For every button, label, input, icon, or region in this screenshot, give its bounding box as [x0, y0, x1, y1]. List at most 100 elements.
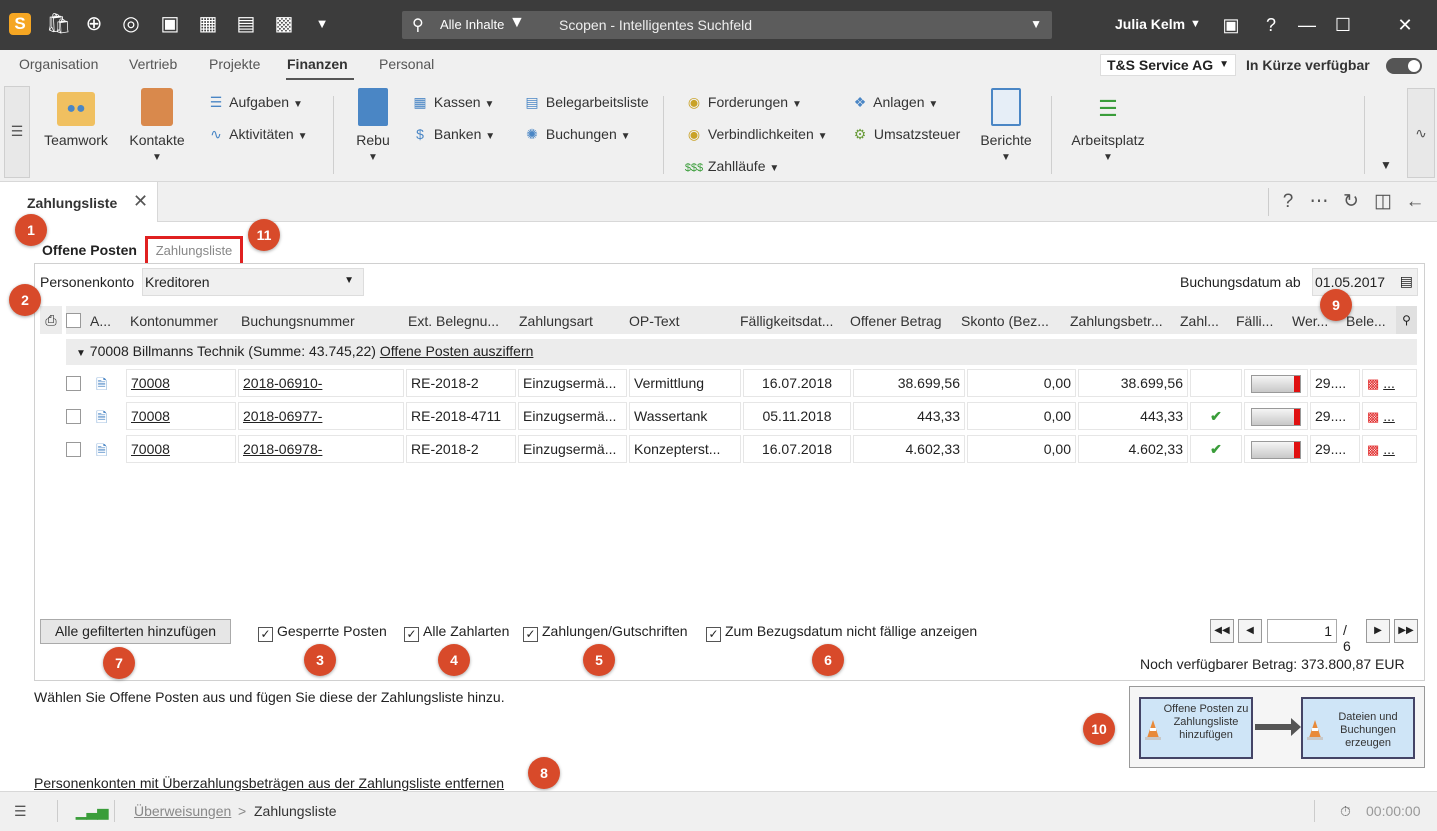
ribbon-expand-icon[interactable]: ▼ — [1380, 158, 1392, 172]
chevron-down-icon[interactable]: ▼ — [1030, 17, 1042, 31]
cell-kontonummer[interactable]: 70008 — [126, 435, 236, 463]
teamwork-button[interactable]: ●● Teamwork — [40, 92, 112, 148]
col-header-zahlungsart[interactable]: Zahlungsart — [519, 313, 624, 329]
stopwatch-icon[interactable]: ⏱ — [1340, 803, 1351, 820]
last-page-icon[interactable]: ▶▶ — [1394, 619, 1418, 643]
bag-icon[interactable]: 🛍 — [46, 12, 71, 36]
gesperrte-posten-checkbox[interactable]: ✓ Gesperrte Posten — [258, 623, 387, 642]
cell-zahlungsbetrag[interactable]: 4.602,33 — [1078, 435, 1188, 463]
plus-circle-icon[interactable]: ⊕ — [82, 12, 106, 36]
document-icon[interactable]: 🗎 — [96, 407, 107, 431]
aufgaben-button[interactable]: ☰ Aufgaben ▼ — [206, 94, 303, 111]
checkbox-checked-icon[interactable]: ✓ — [523, 627, 538, 642]
lifebuoy-icon[interactable]: ◎ — [119, 12, 143, 36]
signal-bars-icon[interactable]: ▁▃▅ — [76, 803, 108, 820]
search-scope[interactable]: Alle Inhalte — [440, 17, 504, 32]
cell-buchungsnummer[interactable]: 2018-06910- — [238, 369, 404, 397]
kontakte-button[interactable]: Kontakte ▼ — [126, 88, 188, 163]
cell-zahlungsbetrag[interactable]: 38.699,56 — [1078, 369, 1188, 397]
select-all-checkbox[interactable] — [66, 313, 81, 328]
app-logo[interactable]: S — [9, 13, 31, 35]
breadcrumb-link[interactable]: Überweisungen — [134, 803, 231, 819]
search-box[interactable]: ⚲ Alle Inhalte ▼ Scopen - Intelligentes … — [402, 11, 1052, 39]
arbeitsplatz-button[interactable]: ☰ Arbeitsplatz ▼ — [1068, 92, 1148, 163]
first-page-icon[interactable]: ◀◀ — [1210, 619, 1234, 643]
checkbox-checked-icon[interactable]: ✓ — [404, 627, 419, 642]
tab-projekte[interactable]: Projekte — [209, 56, 260, 72]
beleg-link[interactable]: ... — [1383, 375, 1395, 391]
close-icon[interactable]: ✕ — [133, 191, 148, 212]
col-header-kontonummer[interactable]: Kontonummer — [130, 313, 235, 329]
document-icon[interactable]: 🗎 — [96, 440, 107, 464]
more-icon[interactable]: ⋯ — [1306, 189, 1332, 215]
beleg-link[interactable]: ... — [1383, 408, 1395, 424]
verbindlichkeiten-button[interactable]: ◉ Verbindlichkeiten ▼ — [684, 126, 828, 143]
checkbox-checked-icon[interactable]: ✓ — [706, 627, 721, 642]
save-icon[interactable]: ◫ — [1370, 189, 1396, 215]
calendar-add-icon[interactable]: ▦ — [196, 12, 220, 36]
close-icon[interactable]: ✕ — [1392, 12, 1418, 38]
subtab-zahlungsliste[interactable]: Zahlungsliste — [145, 236, 243, 266]
pdf-icon[interactable]: ▩ — [1367, 442, 1379, 457]
calendar-icon[interactable]: ▤ — [234, 12, 258, 36]
buchungen-button[interactable]: ✺ Buchungen ▼ — [522, 126, 630, 143]
table-row[interactable]: 🗎 70008 2018-06910- RE-2018-2 Einzugserm… — [66, 368, 1417, 398]
cell-buchungsnummer[interactable]: 2018-06978- — [238, 435, 404, 463]
col-header-zahlungsbetrag[interactable]: Zahlungsbetr... — [1070, 313, 1175, 329]
cell-beleg[interactable]: ▩ ... — [1362, 435, 1417, 463]
col-header-ext-belegnummer[interactable]: Ext. Belegnu... — [408, 313, 513, 329]
col-header-beleg[interactable]: Bele... — [1346, 313, 1394, 329]
cell-skonto[interactable]: 0,00 — [967, 369, 1076, 397]
col-header-skonto[interactable]: Skonto (Bez... — [961, 313, 1066, 329]
tab-organisation[interactable]: Organisation — [19, 56, 98, 72]
print-icon[interactable]: ⎙ — [40, 306, 62, 334]
beleg-link[interactable]: ... — [1383, 441, 1395, 457]
cell-skonto[interactable]: 0,00 — [967, 435, 1076, 463]
group-row[interactable]: ▼ 70008 Billmanns Technik (Summe: 43.745… — [66, 339, 1417, 365]
row-checkbox[interactable] — [66, 376, 81, 391]
back-arrow-icon[interactable]: ← — [1402, 189, 1428, 215]
company-select[interactable]: T&S Service AG ▼ — [1100, 54, 1236, 76]
alle-zahlarten-checkbox[interactable]: ✓ Alle Zahlarten — [404, 623, 509, 642]
tasks-status-icon[interactable]: ☰ — [14, 803, 27, 820]
dropdown-icon[interactable]: ▼ — [310, 12, 334, 36]
help-icon[interactable]: ? — [1258, 12, 1284, 38]
col-header-faelligkeitsdatum[interactable]: Fälligkeitsdat... — [740, 313, 845, 329]
cell-beleg[interactable]: ▩ ... — [1362, 369, 1417, 397]
col-header-a[interactable]: A... — [90, 313, 120, 329]
cell-buchungsnummer[interactable]: 2018-06977- — [238, 402, 404, 430]
pdf-icon[interactable]: ▩ — [1367, 376, 1379, 391]
maximize-icon[interactable]: ☐ — [1330, 12, 1356, 38]
umsatzsteuer-button[interactable]: ⚙ Umsatzsteuer — [850, 126, 961, 143]
calendar-icon[interactable]: ▤ — [1400, 273, 1413, 290]
tab-finanzen[interactable]: Finanzen — [287, 56, 348, 72]
restore-window-icon[interactable]: ▣ — [1218, 12, 1244, 38]
nicht-faellige-checkbox[interactable]: ✓ Zum Bezugsdatum nicht fällige anzeigen — [706, 623, 977, 642]
camera-icon[interactable]: ▣ — [158, 12, 182, 36]
workflow-step-generate[interactable]: Dateien und Buchungen erzeugen — [1301, 697, 1415, 759]
help-icon[interactable]: ? — [1275, 189, 1301, 215]
activity-panel-icon[interactable]: ∿ — [1407, 88, 1435, 178]
filter-icon[interactable]: ▼ — [509, 14, 525, 32]
document-icon[interactable]: 🗎 — [96, 374, 107, 398]
personenkonto-select[interactable]: Kreditoren ▼ — [142, 268, 364, 296]
cell-kontonummer[interactable]: 70008 — [126, 402, 236, 430]
col-header-faellig[interactable]: Fälli... — [1236, 313, 1286, 329]
tab-vertrieb[interactable]: Vertrieb — [129, 56, 177, 72]
collapse-icon[interactable]: ▼ — [76, 348, 86, 359]
add-filtered-button[interactable]: Alle gefilterten hinzufügen — [40, 619, 231, 644]
cell-zahlungsbetrag[interactable]: 443,33 — [1078, 402, 1188, 430]
refresh-icon[interactable]: ↻ — [1338, 189, 1364, 215]
pdf-icon[interactable]: ▩ — [1367, 409, 1379, 424]
window-add-icon[interactable]: ▩ — [272, 12, 296, 36]
remove-overpayment-link[interactable]: Personenkonten mit Überzahlungsbeträgen … — [34, 775, 504, 791]
row-checkbox[interactable] — [66, 442, 81, 457]
page-input[interactable]: 1 — [1267, 619, 1337, 643]
anlagen-button[interactable]: ❖ Anlagen ▼ — [850, 94, 939, 111]
forderungen-button[interactable]: ◉ Forderungen ▼ — [684, 94, 802, 111]
cell-skonto[interactable]: 0,00 — [967, 402, 1076, 430]
kassen-button[interactable]: ▦ Kassen ▼ — [410, 94, 494, 111]
workflow-step-add[interactable]: Offene Posten zu Zahlungsliste hinzufüge… — [1139, 697, 1253, 759]
banken-button[interactable]: $ Banken ▼ — [410, 126, 495, 142]
availability-toggle[interactable] — [1386, 58, 1422, 74]
